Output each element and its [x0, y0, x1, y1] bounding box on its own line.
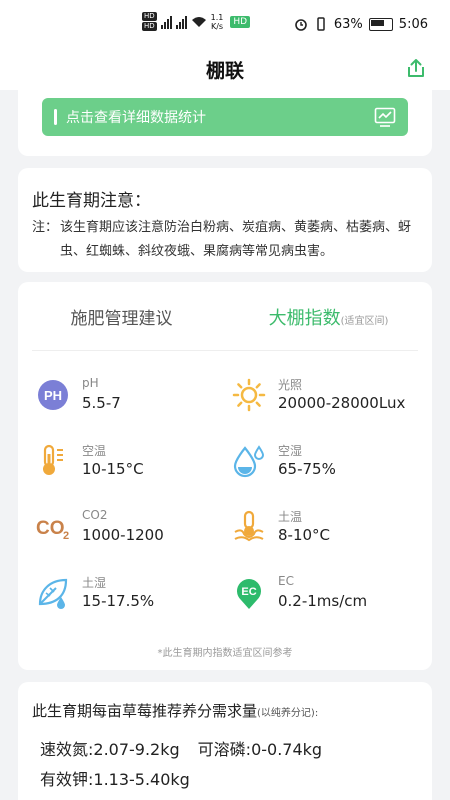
- potassium-value: 有效钾:1.13-5.40kg: [40, 770, 190, 789]
- vibrate-icon: [317, 17, 325, 31]
- button-accent-bar: [54, 109, 57, 125]
- divider: [32, 350, 418, 351]
- sun-icon: [232, 378, 266, 412]
- status-left: HD HD 1.1 K/s HD: [142, 12, 251, 31]
- thermometer-icon: [43, 444, 63, 475]
- tab-index-note: (适宜区间): [340, 316, 389, 327]
- nitrogen-value: 速效氮:2.07-9.2kg: [40, 740, 180, 759]
- index-item-air-humidity: 空湿 65-75%: [232, 442, 422, 492]
- tab-fertilizer[interactable]: 施肥管理建议: [18, 304, 225, 340]
- svg-text:2: 2: [63, 530, 69, 542]
- tab-bar: 施肥管理建议 大棚指数(适宜区间): [18, 304, 432, 340]
- index-label: pH: [82, 376, 99, 390]
- nutrient-row-2: 有效钾:1.13-5.40kg: [40, 766, 190, 790]
- phosphorus-value: 可溶磷:0-0.74kg: [197, 740, 323, 759]
- chart-icon: [374, 107, 396, 127]
- co2-icon: CO2: [36, 518, 69, 542]
- battery-icon: [368, 17, 393, 31]
- index-item-soil-temp: 土温 8-10°C: [232, 508, 422, 558]
- index-item-co2: CO 2 CO2 1000-1200: [36, 508, 226, 558]
- index-label: EC: [278, 574, 294, 588]
- index-value: 1000-1200: [82, 526, 164, 544]
- index-label: 光照: [278, 378, 303, 392]
- ph-icon: PH: [38, 380, 68, 410]
- soil-moisture-icon: [38, 578, 68, 609]
- index-value: 15-17.5%: [82, 592, 155, 610]
- index-item-ph: PH pH 5.5-7: [36, 376, 226, 426]
- share-icon: [408, 59, 424, 77]
- notice-text: 该生育期应该注意防治白粉病、炭疽病、黄萎病、枯萎病、蚜虫、红蜘蛛、斜纹夜蛾、果腐…: [60, 220, 412, 259]
- index-item-air-temp: 空温 10-15°C: [36, 442, 226, 492]
- clock: 5:06: [398, 16, 428, 32]
- index-label: 土湿: [82, 576, 107, 590]
- nutrient-title-text: 此生育期每亩草莓推荐养分需求量: [32, 702, 258, 720]
- tab-index-label: 大棚指数: [268, 308, 341, 329]
- notice-card: 此生育期注意： 注： 该生育期应该注意防治白粉病、炭疽病、黄萎病、枯萎病、蚜虫、…: [18, 168, 432, 272]
- index-value: 8-10°C: [278, 526, 331, 544]
- index-item-soil-moisture: 土湿 15-17.5%: [36, 574, 226, 624]
- soil-temperature-icon: [234, 510, 264, 542]
- network-badge: HD: [230, 15, 251, 28]
- stats-button-label: 点击查看详细数据统计: [66, 110, 206, 126]
- nutrient-card: 此生育期每亩草莓推荐养分需求量(以纯养分记): 速效氮:2.07-9.2kg 可溶…: [18, 682, 432, 800]
- svg-text:CO: CO: [36, 518, 65, 539]
- index-item-ec: EC EC 0.2-1ms/cm: [232, 574, 422, 624]
- stats-card: 点击查看详细数据统计: [18, 90, 432, 156]
- index-label: 土温: [278, 510, 303, 524]
- water-drop-icon: [233, 445, 265, 478]
- stats-button[interactable]: 点击查看详细数据统计: [42, 98, 408, 136]
- status-bar: HD HD 1.1 K/s HD 63% 5:06: [0, 0, 450, 48]
- signal-icon: [160, 15, 172, 29]
- ec-icon: EC: [237, 579, 261, 609]
- tab-greenhouse-index[interactable]: 大棚指数(适宜区间): [225, 304, 432, 340]
- nutrient-title: 此生育期每亩草莓推荐养分需求量(以纯养分记):: [32, 700, 318, 721]
- index-label: CO2: [82, 508, 108, 522]
- nutrient-row: 速效氮:2.07-9.2kg 可溶磷:0-0.74kg: [40, 736, 322, 760]
- index-value: 0.2-1ms/cm: [278, 592, 368, 610]
- index-label: 空湿: [278, 444, 303, 458]
- index-value: 65-75%: [278, 460, 336, 478]
- wifi-icon: [191, 16, 206, 27]
- notice-prefix: 注：: [32, 220, 59, 235]
- hd-icon: HD HD: [142, 12, 157, 31]
- network-speed: 1.1 K/s: [210, 12, 224, 31]
- svg-text:PH: PH: [44, 388, 62, 403]
- signal-icon-2: [175, 15, 187, 29]
- page-title: 棚联: [205, 59, 244, 82]
- notice-body: 注： 该生育期应该注意防治白粉病、炭疽病、黄萎病、枯萎病、蚜虫、红蜘蛛、斜纹夜蛾…: [32, 216, 420, 264]
- index-value: 10-15°C: [82, 460, 144, 478]
- index-value: 5.5-7: [82, 394, 121, 412]
- share-button[interactable]: [402, 54, 430, 82]
- index-value: 20000-28000Lux: [278, 394, 406, 412]
- status-right: 63% 5:06: [294, 17, 428, 32]
- index-footnote: *此生育期内指数适宜区间参考: [157, 648, 293, 659]
- notice-title: 此生育期注意：: [32, 191, 151, 211]
- battery-percent: 63%: [333, 16, 363, 32]
- svg-text:EC: EC: [241, 586, 256, 598]
- index-label: 空温: [82, 444, 107, 458]
- index-item-light: 光照 20000-28000Lux: [232, 376, 422, 426]
- index-card: 施肥管理建议 大棚指数(适宜区间) PH pH 5.5-7 光照 20000-2…: [18, 282, 432, 670]
- alarm-icon: [295, 19, 307, 31]
- nav-bar: 棚联: [0, 48, 450, 90]
- nutrient-title-note: (以纯养分记):: [257, 708, 319, 719]
